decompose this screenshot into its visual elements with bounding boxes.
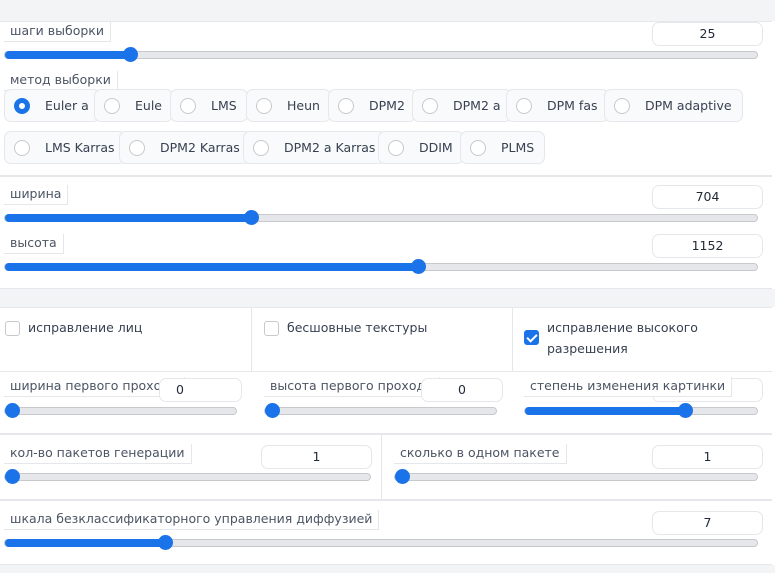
radio-circle-icon — [253, 139, 269, 156]
bottom-gap — [0, 565, 775, 573]
cfg-number-input[interactable]: 7 — [652, 511, 763, 535]
radio-circle-icon — [14, 97, 30, 114]
cfg-slider[interactable] — [4, 535, 758, 550]
steps-slider[interactable] — [4, 47, 758, 62]
sampler-option-dpm2[interactable]: DPM2 — [328, 89, 416, 122]
tiling-checkbox[interactable] — [264, 321, 279, 336]
tiling-label: бесшовные текстуры — [287, 320, 428, 335]
sampler-option-euler[interactable]: Eule — [94, 89, 173, 122]
sampler-option-dpm2-karras[interactable]: DPM2 Karras — [119, 131, 251, 164]
sampler-option-ddim[interactable]: DDIM — [378, 131, 464, 164]
firstpass-width-slider-thumb[interactable] — [5, 403, 20, 418]
batch-count-number-input[interactable]: 1 — [261, 445, 372, 469]
batch-count-slider[interactable] — [4, 469, 371, 484]
steps-label: шаги выборки — [4, 22, 111, 42]
radio-circle-icon — [388, 139, 404, 156]
height-slider-thumb[interactable] — [411, 259, 426, 274]
radio-circle-icon — [614, 97, 630, 114]
firstpass-height-label: высота первого прохода — [264, 377, 440, 397]
hires-fix-label-line1: исправление высокого — [547, 320, 698, 335]
height-label: высота — [4, 234, 64, 254]
sampler-option-lms-karras[interactable]: LMS Karras — [4, 131, 126, 164]
radio-circle-icon — [256, 97, 272, 114]
batch-size-label: сколько в одном пакете — [394, 444, 567, 464]
cfg-label: шкала безклассификаторного управления ди… — [4, 510, 380, 530]
radio-circle-icon — [338, 97, 354, 114]
denoise-slider-fill — [525, 407, 685, 415]
batch-size-slider[interactable] — [394, 469, 758, 484]
radio-circle-icon — [470, 139, 486, 156]
width-slider[interactable] — [4, 210, 758, 225]
cfg-slider-fill — [5, 539, 165, 547]
firstpass-height-slider-thumb[interactable] — [265, 403, 280, 418]
denoise-slider[interactable] — [524, 403, 758, 418]
batch-size-slider-thumb[interactable] — [395, 469, 410, 484]
batch-count-slider-thumb[interactable] — [5, 469, 20, 484]
hires-fix-label-line2: разрешения — [547, 341, 628, 356]
hires-fix-checkbox[interactable] — [524, 330, 539, 345]
radio-circle-icon — [129, 139, 145, 156]
sampler-option-lms[interactable]: LMS — [170, 89, 248, 122]
divider — [381, 434, 382, 500]
sampler-option-plms[interactable]: PLMS — [460, 131, 546, 164]
radio-circle-icon — [104, 97, 120, 114]
width-label: ширина — [4, 185, 69, 205]
height-slider[interactable] — [4, 259, 758, 274]
radio-circle-icon — [180, 97, 196, 114]
firstpass-height-number-input[interactable]: 0 — [421, 378, 503, 402]
sampler-option-dpm2-a-karras[interactable]: DPM2 a Karras — [243, 131, 387, 164]
row-divider — [0, 371, 772, 372]
radio-circle-icon — [516, 97, 532, 114]
denoise-label: степень изменения картинки — [524, 377, 733, 397]
steps-slider-thumb[interactable] — [123, 47, 138, 62]
cfg-slider-thumb[interactable] — [158, 535, 173, 550]
divider — [512, 307, 513, 371]
width-slider-fill — [5, 214, 251, 222]
width-slider-thumb[interactable] — [244, 210, 259, 225]
sampler-option-heun[interactable]: Heun — [246, 89, 331, 122]
firstpass-width-label: ширина первого прохода — [4, 377, 185, 397]
sampler-option-dpm-adaptive[interactable]: DPM adaptive — [604, 89, 743, 122]
sampler-option-dpm2-a[interactable]: DPM2 a — [412, 89, 512, 122]
sampler-option-dpm-fast[interactable]: DPM fas — [506, 89, 609, 122]
sampler-label: метод выборки — [4, 71, 118, 91]
steps-slider-fill — [5, 51, 130, 59]
firstpass-height-slider[interactable] — [264, 403, 497, 418]
top-gap — [0, 0, 775, 21]
height-number-input[interactable]: 1152 — [652, 234, 763, 258]
steps-number-input[interactable]: 25 — [652, 22, 763, 46]
firstpass-width-slider[interactable] — [4, 403, 237, 418]
batch-count-label: кол-во пакетов генерации — [4, 444, 192, 464]
radio-circle-icon — [14, 139, 30, 156]
batch-size-number-input[interactable]: 1 — [652, 445, 763, 469]
sampler-option-euler-a[interactable]: Euler a — [4, 89, 100, 122]
face-fix-checkbox[interactable] — [5, 321, 20, 336]
divider — [251, 307, 252, 371]
height-slider-fill — [5, 263, 418, 271]
face-fix-label: исправление лиц — [28, 320, 143, 335]
group-gap-1 — [0, 289, 775, 307]
radio-circle-icon — [422, 97, 438, 114]
width-number-input[interactable]: 704 — [652, 185, 763, 209]
firstpass-width-number-input[interactable]: 0 — [159, 378, 242, 402]
denoise-slider-thumb[interactable] — [678, 403, 693, 418]
